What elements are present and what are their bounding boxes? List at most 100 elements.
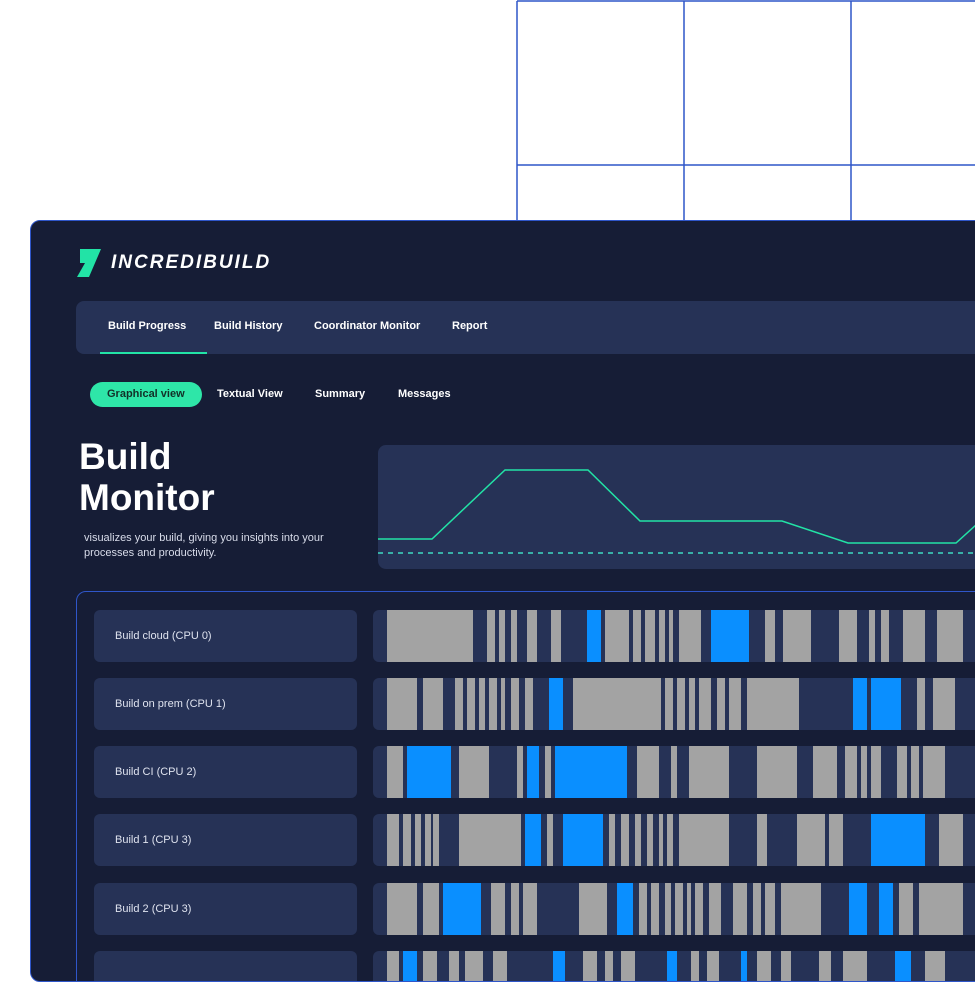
task-block[interactable] (781, 951, 791, 982)
tab-messages[interactable]: Messages (398, 382, 451, 407)
cpu-row-label[interactable] (94, 951, 357, 981)
task-block[interactable] (579, 883, 607, 935)
task-block[interactable] (387, 951, 399, 982)
task-block[interactable] (479, 678, 485, 730)
task-block[interactable] (689, 746, 729, 798)
task-block[interactable] (387, 678, 417, 730)
tab-textual-view[interactable]: Textual View (217, 382, 283, 407)
task-block[interactable] (659, 814, 663, 866)
task-block[interactable] (729, 678, 741, 730)
task-block[interactable] (869, 610, 875, 662)
task-block[interactable] (491, 883, 505, 935)
task-block-active[interactable] (563, 814, 603, 866)
task-block[interactable] (709, 883, 721, 935)
task-block[interactable] (845, 746, 857, 798)
task-block[interactable] (695, 883, 703, 935)
task-block[interactable] (501, 678, 505, 730)
task-block[interactable] (459, 746, 489, 798)
task-block-active[interactable] (553, 951, 565, 982)
task-block[interactable] (423, 883, 439, 935)
task-block[interactable] (871, 746, 881, 798)
task-block[interactable] (573, 678, 661, 730)
task-block[interactable] (933, 678, 955, 730)
task-block[interactable] (387, 814, 399, 866)
task-block[interactable] (677, 678, 685, 730)
task-block-active[interactable] (525, 814, 541, 866)
task-block[interactable] (899, 883, 913, 935)
cpu-row-label[interactable]: Build CI (CPU 2) (94, 746, 357, 798)
task-block[interactable] (757, 951, 771, 982)
task-block[interactable] (511, 610, 517, 662)
task-block[interactable] (467, 678, 475, 730)
task-block[interactable] (659, 610, 665, 662)
task-block[interactable] (387, 883, 417, 935)
task-block[interactable] (897, 746, 907, 798)
task-block[interactable] (517, 746, 523, 798)
task-block-active[interactable] (895, 951, 911, 982)
task-block-active[interactable] (879, 883, 893, 935)
task-block[interactable] (843, 951, 867, 982)
task-block[interactable] (733, 883, 747, 935)
task-block[interactable] (691, 951, 699, 982)
task-block[interactable] (489, 678, 497, 730)
task-block[interactable] (545, 746, 551, 798)
task-block-active[interactable] (853, 678, 867, 730)
task-block[interactable] (433, 814, 439, 866)
task-block[interactable] (609, 814, 615, 866)
task-block[interactable] (679, 610, 701, 662)
task-block-active[interactable] (549, 678, 563, 730)
task-block[interactable] (425, 814, 431, 866)
task-block-active[interactable] (849, 883, 867, 935)
task-block[interactable] (839, 610, 857, 662)
task-block[interactable] (637, 746, 659, 798)
task-block[interactable] (757, 814, 767, 866)
task-block[interactable] (675, 883, 683, 935)
task-block[interactable] (387, 746, 403, 798)
task-block-active[interactable] (407, 746, 451, 798)
task-block[interactable] (669, 610, 673, 662)
task-block[interactable] (939, 814, 963, 866)
task-block[interactable] (911, 746, 919, 798)
task-block[interactable] (765, 883, 775, 935)
tab-summary[interactable]: Summary (315, 382, 365, 407)
cpu-row-label[interactable]: Build cloud (CPU 0) (94, 610, 357, 662)
task-block[interactable] (651, 883, 659, 935)
task-block[interactable] (689, 678, 695, 730)
task-block-active[interactable] (527, 746, 539, 798)
task-block-active[interactable] (741, 951, 747, 982)
task-block[interactable] (699, 678, 711, 730)
task-block[interactable] (387, 610, 473, 662)
task-block-active[interactable] (871, 678, 901, 730)
task-block-active[interactable] (587, 610, 601, 662)
task-block[interactable] (665, 678, 673, 730)
task-block[interactable] (621, 814, 629, 866)
task-block[interactable] (639, 883, 647, 935)
task-block[interactable] (917, 678, 925, 730)
task-block[interactable] (487, 610, 495, 662)
task-block[interactable] (605, 610, 629, 662)
task-block[interactable] (459, 814, 521, 866)
task-block[interactable] (493, 951, 507, 982)
task-block[interactable] (635, 814, 641, 866)
task-block[interactable] (511, 678, 519, 730)
task-block[interactable] (797, 814, 825, 866)
task-block[interactable] (687, 883, 691, 935)
task-block[interactable] (783, 610, 811, 662)
task-block[interactable] (765, 610, 775, 662)
task-block[interactable] (645, 610, 655, 662)
task-block-active[interactable] (871, 814, 925, 866)
cpu-row-label[interactable]: Build 2 (CPU 3) (94, 883, 357, 935)
task-block[interactable] (667, 814, 673, 866)
task-block[interactable] (525, 678, 533, 730)
task-block[interactable] (547, 814, 553, 866)
task-block[interactable] (449, 951, 459, 982)
tab-report[interactable]: Report (452, 301, 487, 354)
task-block[interactable] (423, 951, 437, 982)
task-block[interactable] (551, 610, 561, 662)
task-block[interactable] (757, 746, 797, 798)
task-block[interactable] (647, 814, 653, 866)
task-block-active[interactable] (403, 951, 417, 982)
task-block[interactable] (819, 951, 831, 982)
task-block[interactable] (605, 951, 613, 982)
task-block-active[interactable] (711, 610, 749, 662)
